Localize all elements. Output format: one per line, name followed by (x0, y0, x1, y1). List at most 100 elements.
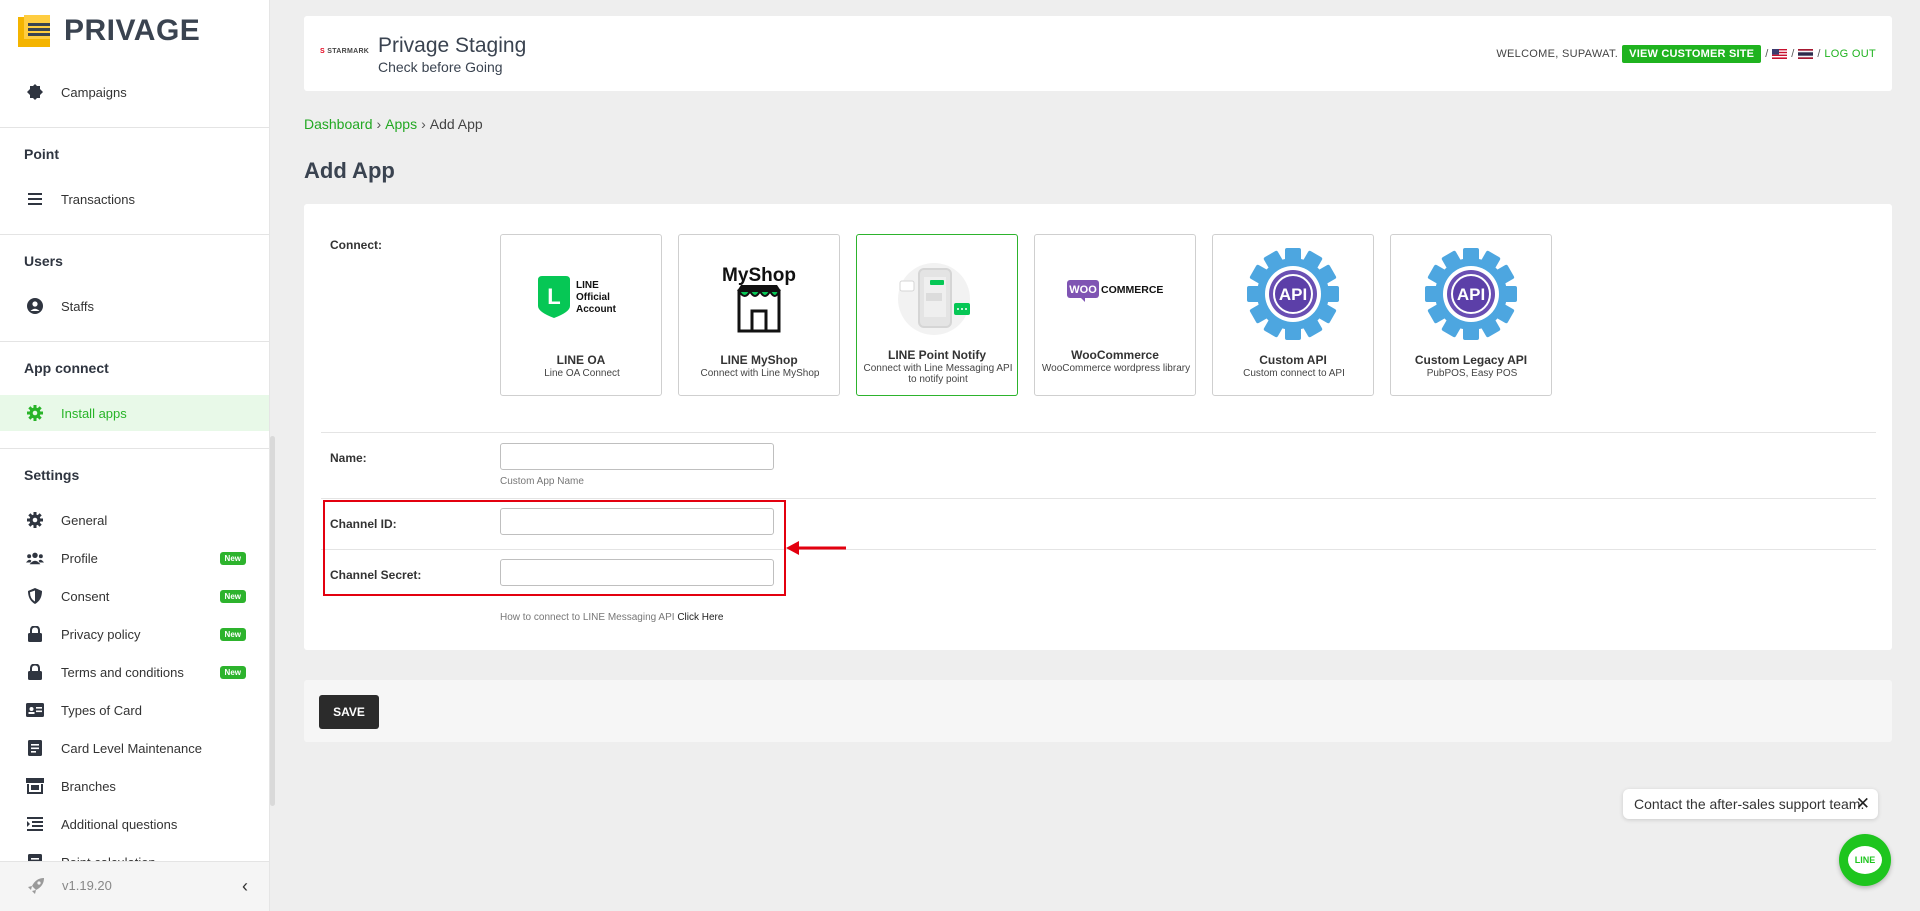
breadcrumb-dashboard[interactable]: Dashboard (304, 116, 373, 132)
svg-text:COMMERCE: COMMERCE (1101, 284, 1163, 296)
app-option-woocommerce[interactable]: WOO COMMERCE WooCommerce WooCommerce wor… (1034, 234, 1196, 396)
svg-text:Official: Official (576, 292, 610, 303)
divider (0, 448, 269, 449)
close-icon[interactable]: ✕ (1856, 794, 1870, 814)
name-input[interactable] (500, 443, 774, 470)
document-icon (26, 739, 44, 757)
sidebar-item-transactions[interactable]: Transactions (0, 181, 269, 217)
app-option-line-oa[interactable]: L LINE Official Account LINE OA Line OA … (500, 234, 662, 396)
sidebar-item-label: Branches (61, 778, 116, 794)
line-chat-button[interactable]: LINE (1839, 834, 1891, 886)
api-gear-logo: API (1391, 245, 1551, 343)
app-desc: Custom connect to API (1243, 368, 1345, 379)
breadcrumb: Dashboard › Apps › Add App (304, 116, 483, 132)
app-desc: Line OA Connect (544, 368, 620, 379)
privage-logo-icon (18, 15, 50, 47)
help-text: How to connect to LINE Messaging API Cli… (500, 612, 723, 623)
us-flag-icon[interactable] (1772, 49, 1788, 59)
app-option-custom-legacy-api[interactable]: API Custom Legacy API PubPOS, Easy POS (1390, 234, 1552, 396)
app-version: v1.19.20 (62, 878, 112, 893)
divider (321, 432, 1876, 433)
sidebar-footer: v1.19.20 ‹ (0, 861, 269, 911)
sidebar-item-privacy-policy[interactable]: Privacy policy New (0, 616, 269, 652)
sidebar-item-label: General (61, 512, 108, 528)
sidebar-item-card-level[interactable]: Card Level Maintenance (0, 730, 269, 766)
svg-text:WOO: WOO (1069, 284, 1097, 296)
header: S STARMARK Privage Staging Check before … (304, 16, 1892, 91)
site-subtitle: Check before Going (378, 59, 503, 75)
app-option-line-point-notify[interactable]: LINE Point Notify Connect with Line Mess… (856, 234, 1018, 396)
list-indent-icon (26, 815, 44, 833)
line-chat-icon: LINE (1848, 846, 1882, 874)
new-badge: New (219, 665, 246, 679)
sidebar-item-branches[interactable]: Branches (0, 768, 269, 804)
phone-notify-logo (857, 249, 1017, 347)
name-hint: Custom App Name (500, 476, 584, 487)
store-icon (26, 777, 44, 795)
app-name: WooCommerce (1071, 348, 1159, 362)
app-desc: WooCommerce wordpress library (1041, 363, 1191, 374)
new-badge: New (219, 551, 246, 565)
line-oa-logo: L LINE Official Account (501, 249, 661, 347)
app-option-line-myshop[interactable]: MyShop LINE MyShop Connect with Line MyS… (678, 234, 840, 396)
collapse-sidebar-chevron-left-icon[interactable]: ‹ (242, 876, 248, 897)
rocket-icon (28, 878, 44, 894)
list-icon (26, 190, 44, 208)
welcome-text: WELCOME, SUPAWAT. (1496, 48, 1619, 60)
sidebar-item-label: Terms and conditions (61, 664, 184, 680)
app-option-custom-api[interactable]: API Custom API Custom connect to API (1212, 234, 1374, 396)
sidebar-item-additional-questions[interactable]: Additional questions (0, 806, 269, 842)
sidebar-item-staffs[interactable]: Staffs (0, 288, 269, 324)
id-card-icon (26, 701, 44, 719)
view-customer-site-button[interactable]: VIEW CUSTOMER SITE (1622, 45, 1762, 63)
new-badge: New (219, 627, 246, 641)
divider (0, 234, 269, 235)
app-desc: PubPOS, Easy POS (1426, 368, 1518, 379)
support-text: Contact the after-sales support team. (1634, 796, 1865, 812)
app-name: Custom API (1259, 353, 1327, 367)
app-name: LINE MyShop (720, 353, 798, 367)
sidebar-item-install-apps[interactable]: Install apps (0, 395, 269, 431)
woocommerce-logo: WOO COMMERCE (1035, 241, 1195, 339)
form-actions: SAVE (304, 680, 1892, 742)
thai-flag-icon[interactable] (1798, 49, 1814, 59)
app-options: L LINE Official Account LINE OA Line OA … (500, 234, 1552, 396)
brand-logo[interactable]: PRIVAGE (18, 14, 200, 48)
sidebar-item-campaigns[interactable]: Campaigns (0, 74, 269, 110)
breadcrumb-current: Add App (429, 116, 483, 132)
sidebar-item-terms[interactable]: Terms and conditions New (0, 654, 269, 690)
gear-icon (26, 404, 44, 422)
svg-text:Account: Account (576, 304, 617, 315)
header-user-menu: WELCOME, SUPAWAT. VIEW CUSTOMER SITE / /… (1496, 45, 1876, 63)
users-icon (26, 549, 44, 567)
sidebar-item-label: Staffs (61, 298, 95, 314)
svg-text:API: API (1457, 285, 1485, 304)
breadcrumb-apps[interactable]: Apps (385, 116, 417, 132)
myshop-logo: MyShop (679, 249, 839, 347)
sidebar-item-label: Consent (61, 588, 110, 604)
separator: / (1817, 48, 1821, 60)
help-text-label: How to connect to LINE Messaging API (500, 612, 675, 623)
save-button[interactable]: SAVE (319, 695, 379, 729)
client-logo: S STARMARK (320, 48, 370, 55)
sidebar-item-types-of-card[interactable]: Types of Card (0, 692, 269, 728)
arrow-left-icon (786, 541, 846, 555)
app-name: LINE OA (556, 353, 606, 367)
help-link[interactable]: Click Here (677, 612, 723, 623)
sidebar: PRIVAGE Campaigns Point Transactions Use… (0, 0, 270, 911)
section-title-users: Users (24, 253, 63, 269)
sidebar-item-label: Transactions (61, 191, 135, 207)
sidebar-item-general[interactable]: General (0, 502, 269, 538)
sidebar-item-label: Profile (61, 550, 98, 566)
sidebar-item-profile[interactable]: Profile New (0, 540, 269, 576)
breadcrumb-separator: › (376, 116, 382, 132)
logout-link[interactable]: LOG OUT (1824, 48, 1876, 60)
app-name: LINE Point Notify (888, 348, 986, 362)
sidebar-item-label: Types of Card (61, 702, 142, 718)
app-name: Custom Legacy API (1414, 353, 1528, 367)
sidebar-item-label: Card Level Maintenance (61, 740, 202, 756)
highlight-box (323, 500, 786, 596)
sidebar-item-consent[interactable]: Consent New (0, 578, 269, 614)
sidebar-scrollbar[interactable] (270, 436, 275, 806)
user-circle-icon (26, 297, 44, 315)
